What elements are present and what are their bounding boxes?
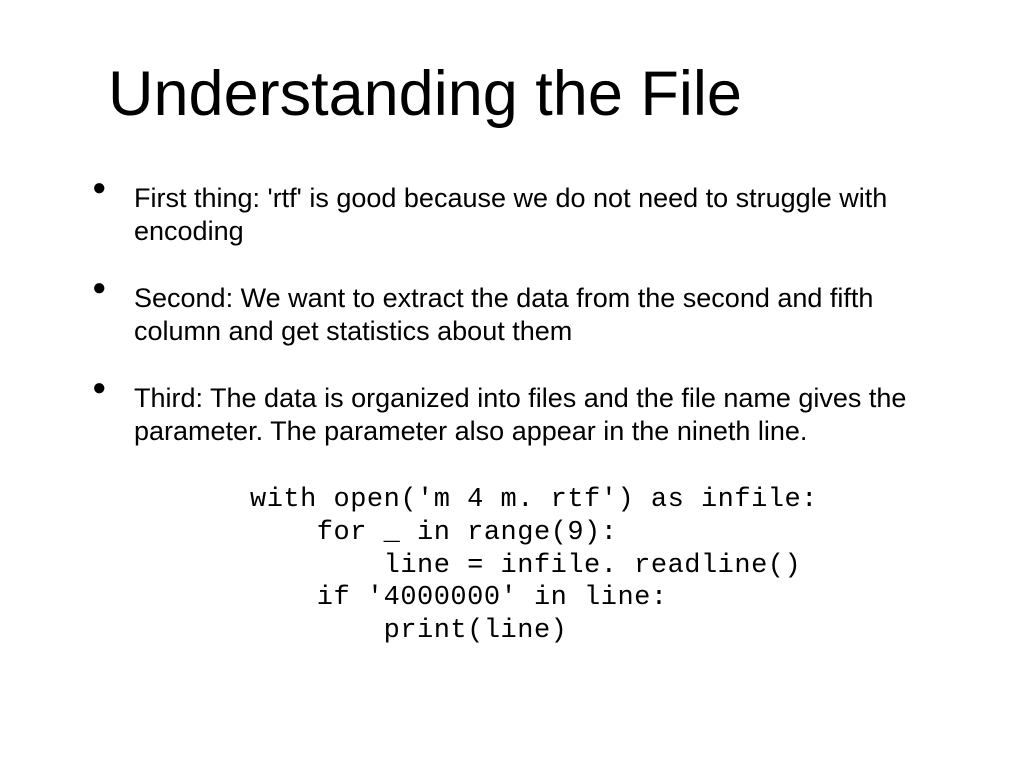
bullet-list: First thing: 'rtf' is good because we do…: [0, 130, 1024, 448]
bullet-text: Second: We want to extract the data from…: [134, 283, 873, 346]
bullet-item: First thing: 'rtf' is good because we do…: [86, 182, 964, 248]
code-block: with open('m 4 m. rtf') as infile: for _…: [0, 482, 1024, 649]
bullet-item: Second: We want to extract the data from…: [86, 282, 964, 348]
slide-title: Understanding the File: [0, 0, 1024, 130]
bullet-text: Third: The data is organized into files …: [134, 383, 906, 446]
slide: Understanding the File First thing: 'rtf…: [0, 0, 1024, 768]
bullet-item: Third: The data is organized into files …: [86, 382, 964, 448]
bullet-text: First thing: 'rtf' is good because we do…: [134, 183, 887, 246]
